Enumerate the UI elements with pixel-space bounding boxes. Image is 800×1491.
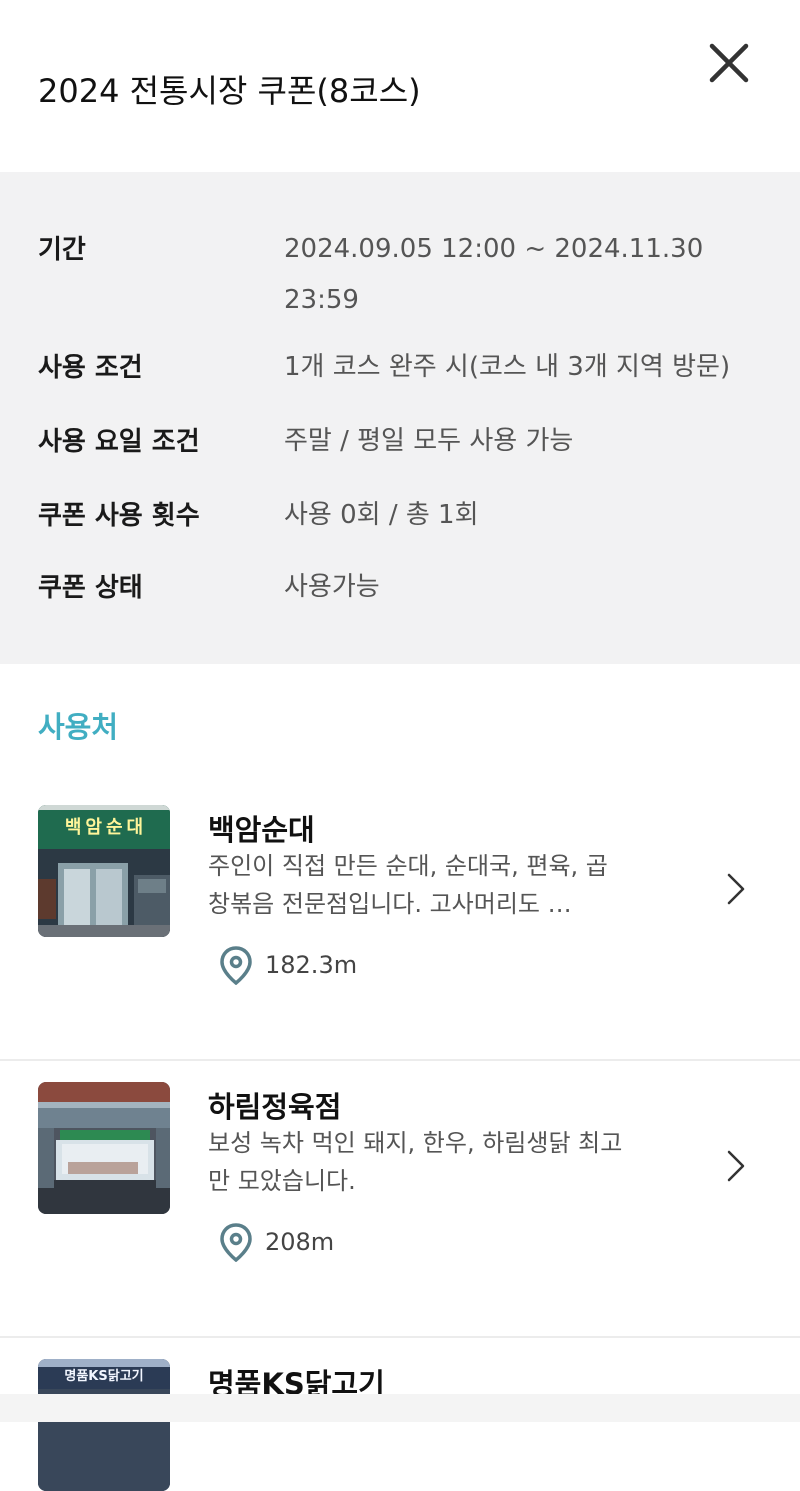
place-description: 보성 녹차 먹인 돼지, 한우, 하림생닭 최고만 모았습니다. [208, 1129, 623, 1195]
info-label: 사용 요일 조건 [38, 427, 200, 457]
chevron-right-icon [727, 873, 745, 905]
info-value: 사용가능 [284, 572, 380, 602]
distance-text: 208m [265, 1228, 335, 1256]
info-value: 2024.09.05 12:00 ~ 2024.11.30 23:59 [284, 234, 704, 315]
place-detail-button[interactable] [722, 871, 750, 907]
place-thumbnail: 백암순대 [38, 805, 170, 937]
place-name: 하림정육점 [208, 1090, 342, 1124]
chevron-right-icon [727, 1150, 745, 1182]
close-button[interactable] [700, 34, 760, 94]
info-label: 쿠폰 사용 횟수 [38, 501, 200, 531]
place-sign-text: 백암순대 [64, 817, 148, 838]
divider [0, 1059, 800, 1061]
location-pin-icon [220, 946, 252, 985]
place-sign-text: 명품KS닭고기 [64, 1369, 144, 1384]
place-item[interactable]: 하림정육점 보성 녹차 먹인 돼지, 한우, 하림생닭 최고만 모았습니다. 2… [0, 1062, 800, 1338]
place-thumbnail [38, 1082, 170, 1214]
place-thumbnail: 명품KS닭고기 [38, 1359, 170, 1491]
info-value: 1개 코스 완주 시(코스 내 3개 지역 방문) [284, 352, 731, 382]
info-value: 사용 0회 / 총 1회 [284, 500, 479, 530]
info-label: 쿠폰 상태 [38, 573, 143, 603]
distance-text: 182.3m [265, 951, 358, 979]
close-icon [709, 43, 749, 83]
place-name: 백암순대 [208, 813, 315, 847]
location-pin-icon [220, 1223, 252, 1262]
divider [0, 1336, 800, 1338]
place-item[interactable]: 백암순대 백암순대 주인이 직접 만든 순대, 순대국, 편육, 곱창볶음 전문… [0, 785, 800, 1061]
info-label: 기간 [38, 235, 86, 265]
section-title-usage-places: 사용처 [38, 710, 119, 744]
coupon-info-panel: 기간 2024.09.05 12:00 ~ 2024.11.30 23:59 사… [0, 172, 800, 664]
popup-header: 2024 전통시장 쿠폰(8코스) [0, 0, 800, 172]
coupon-title: 2024 전통시장 쿠폰(8코스) [38, 72, 421, 110]
info-label: 사용 조건 [38, 353, 143, 383]
place-detail-button[interactable] [722, 1148, 750, 1184]
info-value: 주말 / 평일 모두 사용 가능 [284, 426, 574, 456]
place-description: 주인이 직접 만든 순대, 순대국, 편육, 곱창볶음 전문점입니다. 고사머리… [208, 852, 608, 918]
bottom-bar [0, 1394, 800, 1422]
